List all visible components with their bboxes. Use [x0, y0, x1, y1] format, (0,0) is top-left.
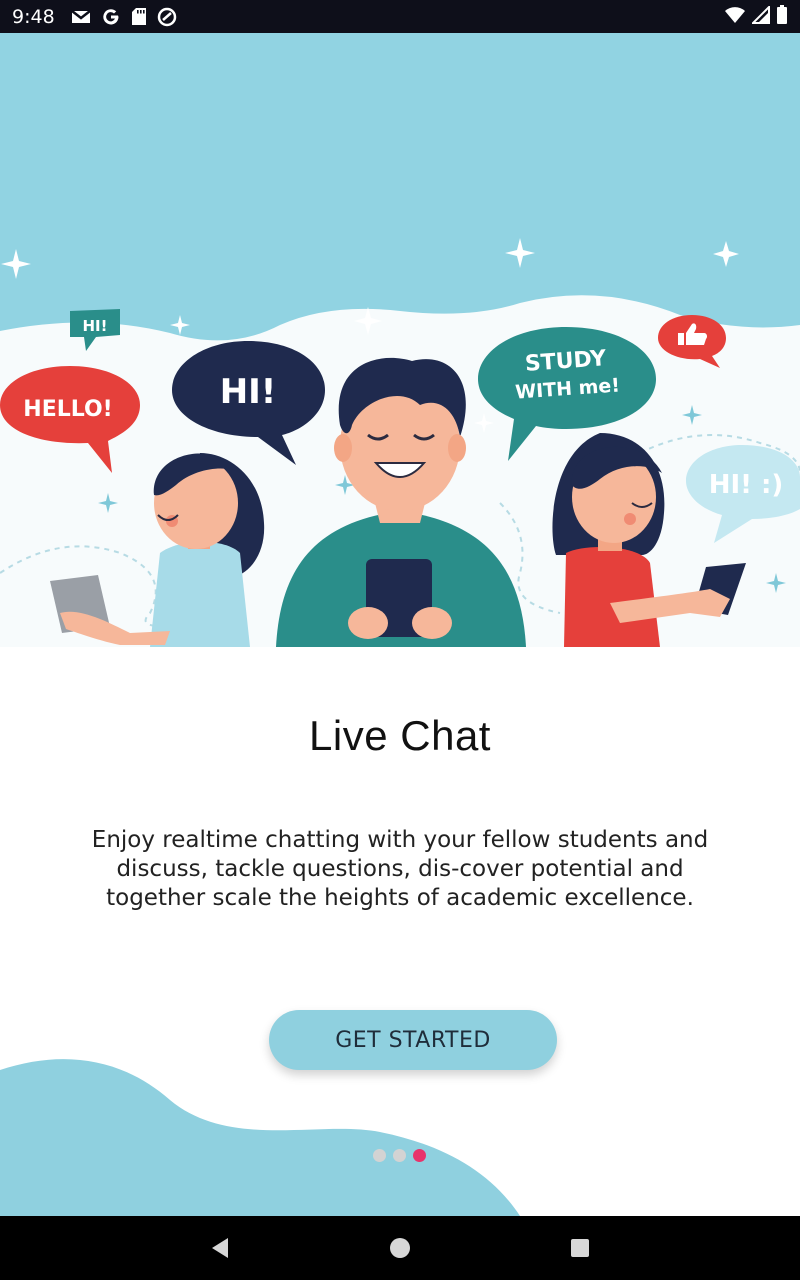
- page-dot-1[interactable]: [373, 1149, 386, 1162]
- hero-illustration: HELLO! HI! HI! STUDY WITH me! HI!:): [0, 33, 800, 647]
- page-dot-2[interactable]: [393, 1149, 406, 1162]
- recents-icon: [571, 1239, 589, 1257]
- wifi-icon: [724, 6, 746, 28]
- sync-icon: [157, 7, 177, 27]
- google-icon: [101, 7, 121, 27]
- home-icon: [390, 1238, 410, 1258]
- home-button[interactable]: [370, 1218, 430, 1278]
- gmail-icon: [70, 9, 91, 25]
- signal-icon: [750, 4, 770, 28]
- sd-card-icon: [131, 7, 147, 26]
- page-indicator: [373, 1149, 426, 1162]
- onboarding-title: Live Chat: [309, 712, 491, 759]
- status-bar: 9:48: [0, 0, 800, 33]
- system-nav-bar: [0, 1216, 800, 1280]
- bottom-wave-decoration: [0, 1059, 520, 1216]
- get-started-button[interactable]: GET STARTED: [269, 1010, 557, 1070]
- hi-smile-bubble-text: HI! :): [709, 470, 784, 500]
- back-button[interactable]: [190, 1218, 250, 1278]
- hello-bubble-text: HELLO!: [23, 397, 112, 422]
- battery-icon: [776, 4, 788, 29]
- page-dot-3-active[interactable]: [413, 1149, 426, 1162]
- status-time: 9:48: [12, 5, 55, 28]
- back-icon: [212, 1238, 228, 1258]
- hi-big-bubble-text: HI!: [220, 372, 277, 412]
- recents-button[interactable]: [550, 1218, 610, 1278]
- hi-small-bubble-text: HI!: [83, 317, 108, 335]
- onboarding-screen: 9:48 HELLO! HI! HI! STUDY WITH me! HI!:…: [0, 0, 800, 1280]
- onboarding-description: Enjoy realtime chatting with your fellow…: [91, 827, 709, 911]
